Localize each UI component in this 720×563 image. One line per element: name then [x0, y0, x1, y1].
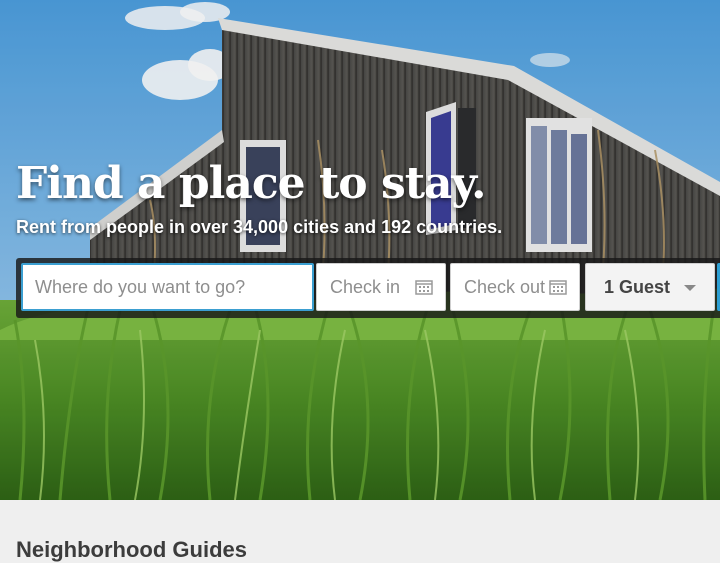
calendar-icon: [549, 280, 567, 295]
hero-banner: Find a place to stay. Rent from people i…: [0, 0, 720, 500]
hero-photo: [0, 0, 720, 500]
calendar-icon: [415, 280, 433, 295]
section-title: Neighborhood Guides: [16, 537, 247, 562]
chevron-down-icon: [684, 285, 696, 291]
guests-value: 1 Guest: [604, 276, 671, 297]
guests-select[interactable]: 1 Guest: [585, 263, 715, 311]
location-search-input[interactable]: [21, 263, 314, 311]
page-headline: Find a place to stay.: [16, 158, 486, 209]
check-out-label: Check out: [464, 276, 546, 297]
search-bar: Check in Check out 1 Guest: [16, 258, 720, 318]
check-in-label: Check in: [330, 276, 401, 297]
check-in-field[interactable]: Check in: [316, 263, 446, 311]
check-out-field[interactable]: Check out: [450, 263, 580, 311]
page-subheadline: Rent from people in over 34,000 cities a…: [16, 217, 503, 237]
